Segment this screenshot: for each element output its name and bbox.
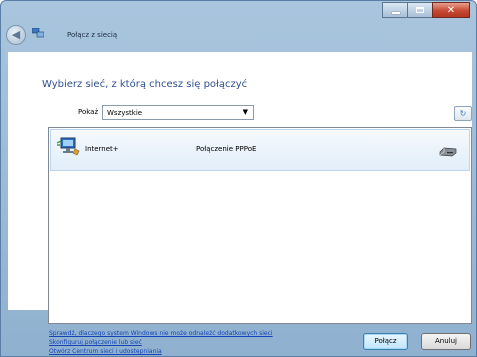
dialog-window: ◀ Połącz z siecią Wybierz sieć, z którą … [0,0,477,357]
minimize-button[interactable] [382,2,408,18]
chevron-down-icon: ▼ [242,108,248,116]
navigation-bar: ◀ Połącz z siecią [1,23,476,49]
setup-connection-link[interactable]: Skonfiguruj połączenie lub sieć [49,338,273,347]
network-list-item[interactable]: Internet+ Połączenie PPPoE [50,129,470,171]
network-list[interactable]: Internet+ Połączenie PPPoE [48,127,472,324]
network-type: Połączenie PPPoE [196,145,257,153]
content-area: Wybierz sieć, z którą chcesz się połączy… [8,52,472,355]
window-title: Połącz z siecią [67,31,118,39]
cancel-button[interactable]: Anuluj [421,333,471,350]
back-arrow-icon: ◀ [11,28,21,41]
close-button[interactable] [432,2,470,18]
modem-icon [439,147,457,157]
title-bar[interactable] [1,1,476,23]
refresh-icon: ↻ [459,109,467,118]
back-button[interactable]: ◀ [6,25,26,45]
filter-label: Pokaż [78,108,99,116]
refresh-button[interactable]: ↻ [454,106,472,121]
network-center-link[interactable]: Otwórz Centrum sieci i udostępniania [49,347,273,356]
window-controls [382,2,470,18]
links-section: Sprawdź, dlaczego system Windows nie moż… [49,329,273,356]
filter-selected-value: Wszystkie [107,109,143,117]
maximize-button[interactable] [407,2,433,18]
network-icon [32,28,44,38]
connect-button[interactable]: Połącz [363,333,408,350]
page-heading: Wybierz sieć, z którą chcesz się połączy… [42,79,248,90]
filter-dropdown[interactable]: Wszystkie ▼ [102,105,254,120]
why-no-networks-link[interactable]: Sprawdź, dlaczego system Windows nie moż… [49,329,273,338]
dialup-network-icon [56,137,80,156]
network-name: Internet+ [85,145,119,153]
